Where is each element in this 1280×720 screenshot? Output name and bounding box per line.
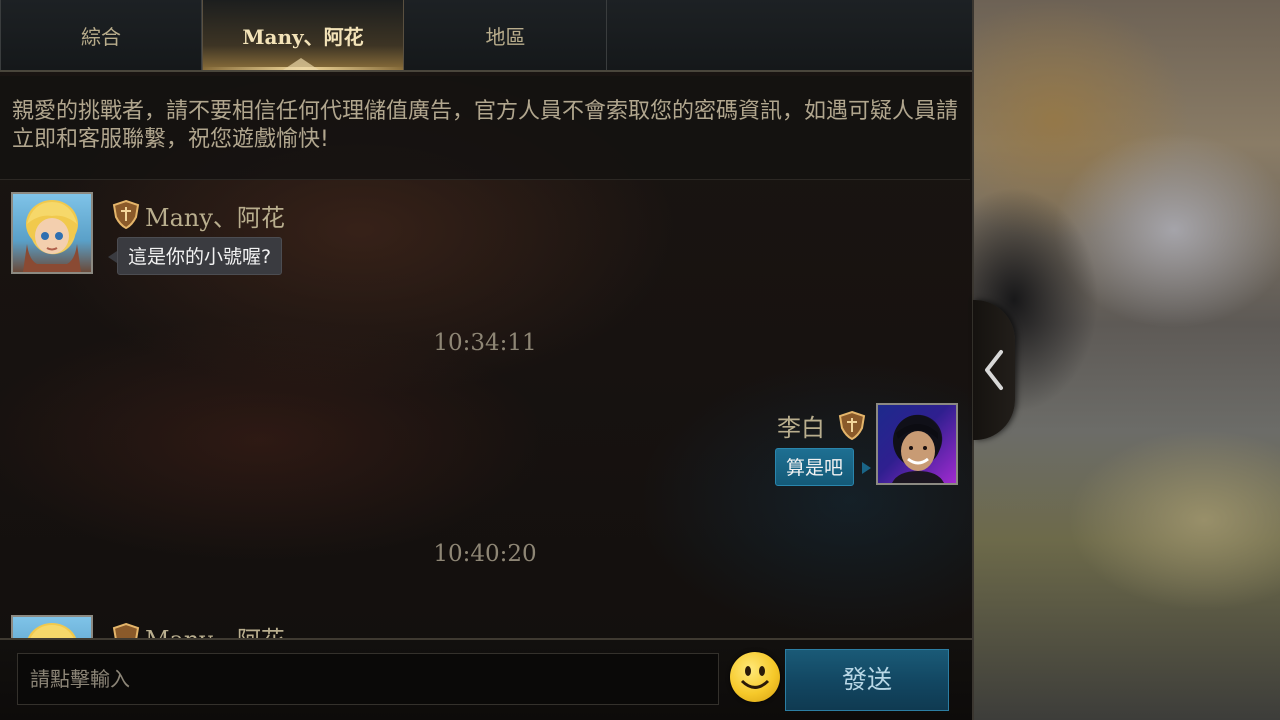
sender-name: 李白: [777, 414, 825, 442]
rank-shield-icon: [112, 199, 140, 229]
tab-region[interactable]: 地區: [405, 0, 607, 70]
message-bubble[interactable]: 算是吧: [775, 448, 855, 486]
input-placeholder: 請點擊輸入: [30, 667, 130, 691]
chat-input-bar: 請點擊輸入 發送: [0, 638, 972, 720]
tab-label: 地區: [485, 24, 526, 49]
sender-avatar[interactable]: [11, 192, 93, 274]
my-avatar[interactable]: [876, 403, 958, 485]
rank-shield-icon: [112, 622, 140, 638]
tab-label: 綜合: [81, 24, 121, 49]
message-timestamp: 10:40:20: [433, 541, 537, 567]
system-notice: 親愛的挑戰者，請不要相信任何代理儲值廣告，官方人員不會索取您的密碼資訊，如遇可疑…: [0, 76, 970, 180]
player-avatar-icon: [892, 415, 944, 483]
game-background: [974, 0, 1280, 720]
hero-avatar-icon: [27, 623, 77, 638]
chat-panel: 綜合 Many、阿花 地區 親愛的挑戰者，請不要相信任何代理儲值廣告，官方人員不…: [0, 0, 974, 720]
message-timestamp: 10:34:11: [433, 330, 537, 356]
bubble-tail: [862, 462, 871, 474]
tab-label: Many、阿花: [242, 24, 364, 49]
chat-input[interactable]: 請點擊輸入: [17, 653, 719, 705]
sender-name: Many、阿花: [145, 204, 285, 232]
chat-tabs: 綜合 Many、阿花 地區: [0, 0, 972, 72]
bubble-tail: [108, 251, 117, 263]
rank-shield-icon: [838, 410, 866, 440]
message-bubble[interactable]: 這是你的小號喔?: [117, 237, 283, 275]
send-button[interactable]: 發送: [785, 649, 949, 711]
sender-avatar[interactable]: [11, 615, 93, 638]
hero-avatar-icon: [23, 200, 81, 272]
smiley-emoji-icon[interactable]: [730, 652, 780, 702]
notice-text: 親愛的挑戰者，請不要相信任何代理儲值廣告，官方人員不會索取您的密碼資訊，如遇可疑…: [12, 99, 959, 152]
tab-general[interactable]: 綜合: [0, 0, 202, 70]
message-list[interactable]: Many、阿花 這是你的小號喔? 10:34:11 李白 算是吧 10:40:2…: [0, 180, 972, 638]
smiley-face-icon: [740, 666, 770, 689]
active-tab-indicator: [283, 58, 319, 70]
chevron-left-icon: [985, 350, 1003, 390]
collapse-panel-handle[interactable]: [973, 300, 1015, 440]
sender-name: Many、阿花: [145, 620, 285, 638]
